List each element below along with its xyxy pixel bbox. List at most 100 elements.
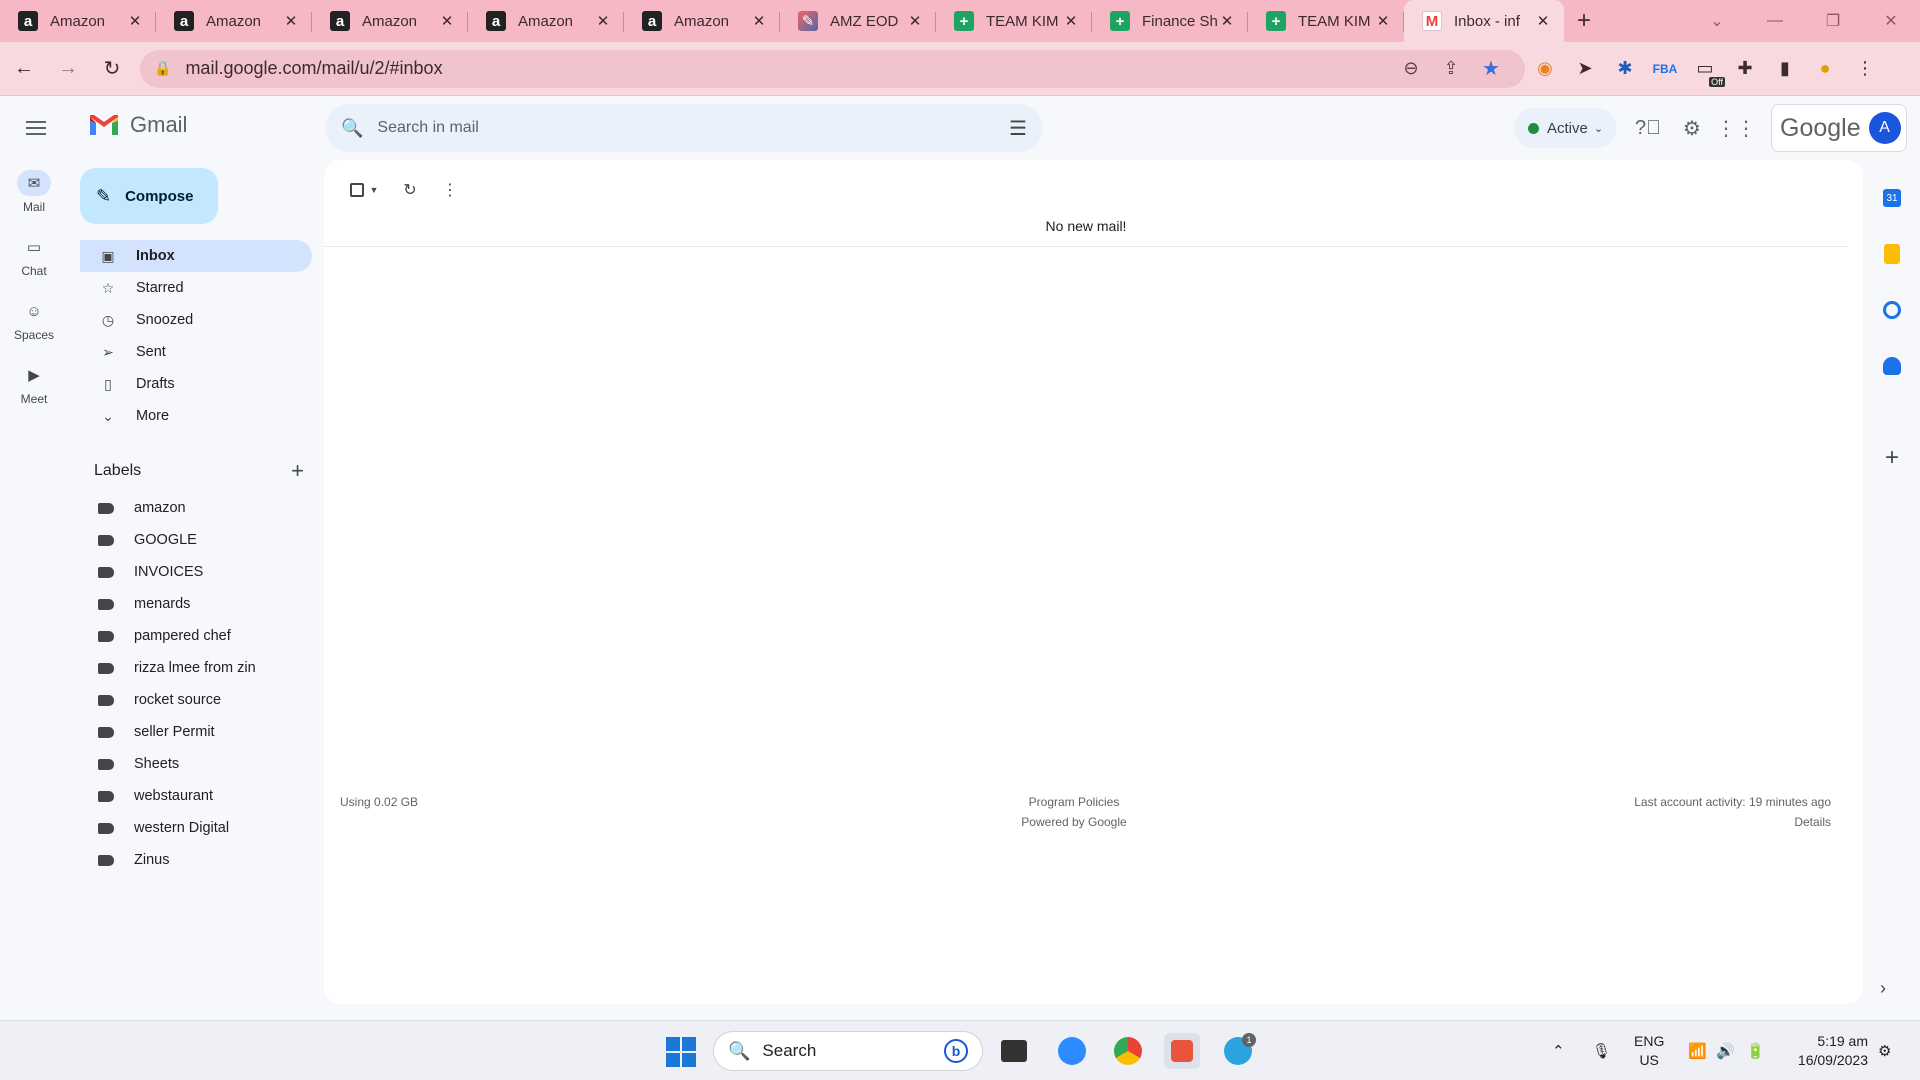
tab-close-icon[interactable]: ✕ bbox=[126, 12, 144, 30]
gmail-logo[interactable]: Gmail bbox=[88, 112, 187, 138]
battery-icon[interactable]: 🔋 bbox=[1746, 1021, 1765, 1080]
label-item[interactable]: western Digital bbox=[80, 812, 312, 844]
tab-close-icon[interactable]: ✕ bbox=[1062, 12, 1080, 30]
more-options-icon[interactable]: ⋮ bbox=[430, 170, 470, 210]
nav-item-sent[interactable]: ➢ Sent bbox=[80, 336, 312, 368]
label-item[interactable]: menards bbox=[80, 588, 312, 620]
tab-close-icon[interactable]: ✕ bbox=[906, 12, 924, 30]
details-link[interactable]: Details bbox=[1634, 812, 1831, 832]
rail-item-mail[interactable]: ✉ Mail bbox=[0, 170, 68, 234]
select-all-checkbox[interactable]: ▼ bbox=[338, 170, 390, 210]
nav-item-drafts[interactable]: ▯ Drafts bbox=[80, 368, 312, 400]
contacts-icon[interactable] bbox=[1870, 338, 1914, 394]
settings-gear-icon[interactable]: ⚙ bbox=[1672, 108, 1712, 148]
telegram-icon[interactable]: 1 bbox=[1220, 1033, 1256, 1069]
extension-color-icon[interactable]: ◉ bbox=[1525, 49, 1565, 89]
share-icon[interactable]: ⇪ bbox=[1431, 58, 1471, 79]
label-item[interactable]: rizza lmee from zin bbox=[80, 652, 312, 684]
create-label-plus-icon[interactable]: + bbox=[291, 458, 304, 484]
tab-close-icon[interactable]: ✕ bbox=[750, 12, 768, 30]
notifications-icon[interactable]: ⚙ bbox=[1878, 1021, 1891, 1080]
search-input[interactable]: Search in mail bbox=[377, 119, 1009, 137]
extension-arrow-icon[interactable]: ➤ bbox=[1565, 49, 1605, 89]
extension-fba-icon[interactable]: FBA bbox=[1645, 49, 1685, 89]
wifi-icon[interactable]: 📶 bbox=[1688, 1021, 1707, 1080]
apps-grid-icon[interactable]: ⋮⋮ bbox=[1716, 108, 1756, 148]
status-chip[interactable]: Active ⌄ bbox=[1514, 108, 1618, 148]
label-item[interactable]: INVOICES bbox=[80, 556, 312, 588]
nav-item-snoozed[interactable]: ◷ Snoozed bbox=[80, 304, 312, 336]
browser-menu-icon[interactable]: ⋮ bbox=[1845, 49, 1885, 89]
reload-icon[interactable]: ↻ bbox=[92, 49, 132, 89]
tab-close-icon[interactable]: ✕ bbox=[1374, 12, 1392, 30]
zoom-icon[interactable]: ⊖ bbox=[1391, 58, 1431, 79]
label-item[interactable]: Sheets bbox=[80, 748, 312, 780]
language-indicator[interactable]: ENG US bbox=[1634, 1032, 1664, 1070]
bookmark-star-icon[interactable]: ★ bbox=[1471, 56, 1511, 81]
browser-tab[interactable]: a Amazon ✕ bbox=[468, 0, 624, 42]
microphone-icon[interactable]: 🎙 bbox=[1592, 1021, 1611, 1080]
keep-icon[interactable] bbox=[1870, 226, 1914, 282]
chrome-icon[interactable] bbox=[1110, 1033, 1146, 1069]
refresh-icon[interactable]: ↻ bbox=[390, 170, 430, 210]
snipping-tool-icon[interactable] bbox=[1164, 1033, 1200, 1069]
nav-item-inbox[interactable]: ▣ Inbox bbox=[80, 240, 312, 272]
bing-icon[interactable]: b bbox=[944, 1039, 968, 1063]
rail-item-meet[interactable]: ▶ Meet bbox=[0, 362, 68, 426]
browser-tab[interactable]: + TEAM KIM ✕ bbox=[936, 0, 1092, 42]
nav-item-more[interactable]: ⌄ More bbox=[80, 400, 312, 432]
browser-tab[interactable]: a Amazon ✕ bbox=[624, 0, 780, 42]
help-icon[interactable]: ?⃝ bbox=[1628, 108, 1668, 148]
search-icon[interactable]: 🔍 bbox=[341, 118, 363, 139]
search-bar[interactable]: 🔍 Search in mail ☰ bbox=[325, 104, 1043, 152]
label-item[interactable]: webstaurant bbox=[80, 780, 312, 812]
volume-icon[interactable]: 🔊 bbox=[1716, 1021, 1735, 1080]
rail-item-spaces[interactable]: ☺ Spaces bbox=[0, 298, 68, 362]
minimize-icon[interactable]: — bbox=[1746, 12, 1804, 30]
restore-icon[interactable]: ❐ bbox=[1804, 11, 1862, 31]
browser-tab[interactable]: a Amazon ✕ bbox=[0, 0, 156, 42]
label-item[interactable]: GOOGLE bbox=[80, 524, 312, 556]
browser-tab[interactable]: ✎ AMZ EOD ✕ bbox=[780, 0, 936, 42]
taskbar-search[interactable]: 🔍 Search b bbox=[713, 1031, 983, 1071]
compose-button[interactable]: ✎ Compose bbox=[80, 168, 218, 224]
show-side-panel-chevron-icon[interactable]: › bbox=[1880, 978, 1886, 999]
browser-tab[interactable]: a Amazon ✕ bbox=[312, 0, 468, 42]
clock[interactable]: 5:19 am 16/09/2023 bbox=[1784, 1032, 1868, 1070]
label-item[interactable]: pampered chef bbox=[80, 620, 312, 652]
browser-tab[interactable]: a Amazon ✕ bbox=[156, 0, 312, 42]
tasks-icon[interactable] bbox=[1870, 282, 1914, 338]
tab-close-icon[interactable]: ✕ bbox=[1218, 12, 1236, 30]
show-hidden-icons-chevron-icon[interactable]: ⌃ bbox=[1552, 1021, 1565, 1080]
new-tab-plus-icon[interactable]: + bbox=[1564, 0, 1604, 42]
lock-icon[interactable]: 🔒 bbox=[154, 60, 171, 77]
windows-start-icon[interactable] bbox=[666, 1037, 696, 1067]
browser-tab[interactable]: + TEAM KIM ✕ bbox=[1248, 0, 1404, 42]
back-icon[interactable]: ← bbox=[4, 49, 44, 89]
calendar-icon[interactable]: 31 bbox=[1870, 170, 1914, 226]
search-options-icon[interactable]: ☰ bbox=[1009, 116, 1027, 141]
side-panel-icon[interactable]: ▮ bbox=[1765, 49, 1805, 89]
file-explorer-icon[interactable] bbox=[996, 1033, 1032, 1069]
label-item[interactable]: amazon bbox=[80, 492, 312, 524]
tab-close-icon[interactable]: ✕ bbox=[438, 12, 456, 30]
tab-close-icon[interactable]: ✕ bbox=[282, 12, 300, 30]
profile-icon[interactable]: ● bbox=[1805, 49, 1845, 89]
tab-search-icon[interactable]: ⌄ bbox=[1688, 11, 1746, 31]
main-menu-icon[interactable] bbox=[16, 108, 56, 148]
get-addons-plus-icon[interactable]: + bbox=[1870, 430, 1914, 486]
avatar[interactable]: A bbox=[1868, 112, 1901, 144]
label-item[interactable]: Zinus bbox=[80, 844, 312, 876]
extension-off-icon[interactable]: ▭ Off bbox=[1685, 49, 1725, 89]
label-item[interactable]: rocket source bbox=[80, 684, 312, 716]
zoom-icon[interactable] bbox=[1054, 1033, 1090, 1069]
address-bar[interactable]: 🔒 mail.google.com/mail/u/2/#inbox ⊖ ⇪ ★ bbox=[140, 49, 1525, 88]
label-item[interactable]: seller Permit bbox=[80, 716, 312, 748]
tab-close-icon[interactable]: ✕ bbox=[594, 12, 612, 30]
rail-item-chat[interactable]: ▭ Chat bbox=[0, 234, 68, 298]
browser-tab[interactable]: M Inbox - inf ✕ bbox=[1404, 0, 1564, 42]
tab-close-icon[interactable]: ✕ bbox=[1534, 12, 1552, 30]
close-window-icon[interactable]: ✕ bbox=[1862, 11, 1920, 31]
browser-tab[interactable]: + Finance Sh ✕ bbox=[1092, 0, 1248, 42]
account-switcher[interactable]: Google A bbox=[1771, 104, 1907, 152]
